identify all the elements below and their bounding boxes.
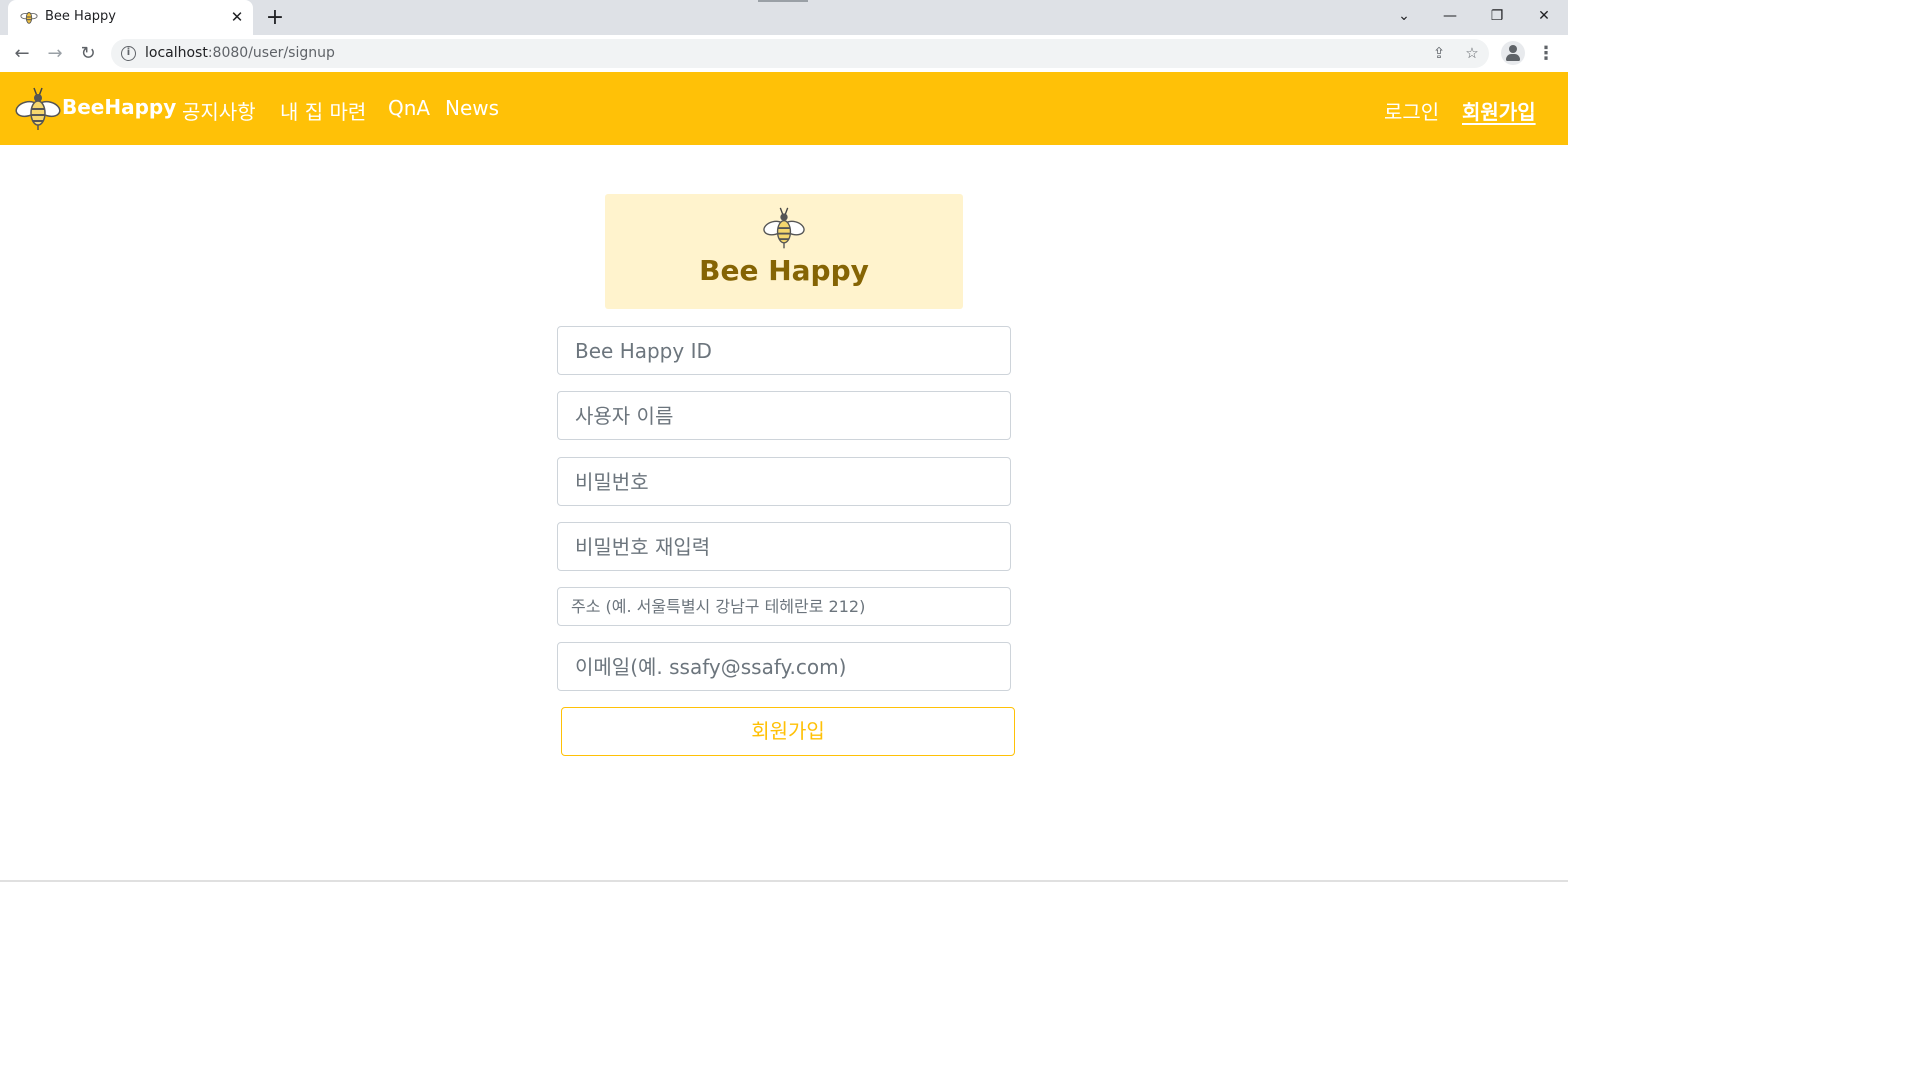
- restore-window-icon[interactable]: ❐: [1480, 4, 1514, 28]
- signup-hero: Bee Happy: [605, 194, 963, 309]
- browser-menu-icon[interactable]: ⋮: [1536, 42, 1556, 66]
- signup-title: Bee Happy: [699, 254, 869, 287]
- nav-link-news[interactable]: News: [445, 96, 499, 120]
- password-input[interactable]: [557, 457, 1011, 506]
- site-info-icon[interactable]: i: [121, 46, 136, 61]
- browser-tab[interactable]: Bee Happy ✕: [8, 0, 253, 35]
- tab-title: Bee Happy: [45, 9, 116, 24]
- nav-link-my-home[interactable]: 내 집 마련: [280, 96, 366, 125]
- site-navbar: BeeHappy 공지사항 내 집 마련 QnA News 로그인 회원가입: [0, 72, 1568, 145]
- browser-tab-bar: Bee Happy ✕ + ⌄ — ❐ ✕: [0, 0, 1568, 35]
- nav-link-notice[interactable]: 공지사항: [182, 96, 256, 125]
- user-id-input[interactable]: [557, 326, 1011, 375]
- window-bottom-border: [0, 880, 1568, 882]
- close-window-icon[interactable]: ✕: [1527, 4, 1561, 28]
- address-bar[interactable]: i localhost:8080/user/signup ⇪ ☆: [111, 39, 1489, 68]
- bookmark-star-icon[interactable]: ☆: [1462, 43, 1482, 63]
- address-input[interactable]: [557, 587, 1011, 626]
- close-tab-icon[interactable]: ✕: [228, 8, 246, 26]
- email-input[interactable]: [557, 642, 1011, 691]
- nav-link-qna[interactable]: QnA: [388, 96, 430, 120]
- bee-logo-icon: [15, 87, 61, 130]
- reload-icon[interactable]: ↻: [76, 42, 100, 66]
- brand-link[interactable]: BeeHappy: [14, 84, 176, 134]
- url-text: localhost:8080/user/signup: [145, 45, 335, 61]
- window-drag-handle: [758, 0, 808, 2]
- nav-link-login[interactable]: 로그인: [1384, 96, 1439, 125]
- signup-submit-button[interactable]: 회원가입: [561, 707, 1015, 756]
- minimize-window-icon[interactable]: —: [1433, 4, 1467, 28]
- browser-toolbar: ← → ↻ i localhost:8080/user/signup ⇪ ☆ ⋮: [0, 35, 1568, 72]
- bee-logo-icon: [763, 207, 805, 249]
- nav-link-signup[interactable]: 회원가입: [1462, 96, 1536, 125]
- password-confirm-input[interactable]: [557, 522, 1011, 571]
- forward-arrow-icon[interactable]: →: [43, 42, 67, 66]
- back-arrow-icon[interactable]: ←: [10, 42, 34, 66]
- tab-search-chevron-icon[interactable]: ⌄: [1387, 4, 1421, 28]
- profile-avatar-icon[interactable]: [1501, 41, 1525, 65]
- bee-favicon-icon: [20, 12, 38, 24]
- share-icon[interactable]: ⇪: [1429, 43, 1449, 63]
- new-tab-button[interactable]: +: [262, 5, 288, 31]
- user-name-input[interactable]: [557, 391, 1011, 440]
- brand-name: BeeHappy: [62, 95, 177, 119]
